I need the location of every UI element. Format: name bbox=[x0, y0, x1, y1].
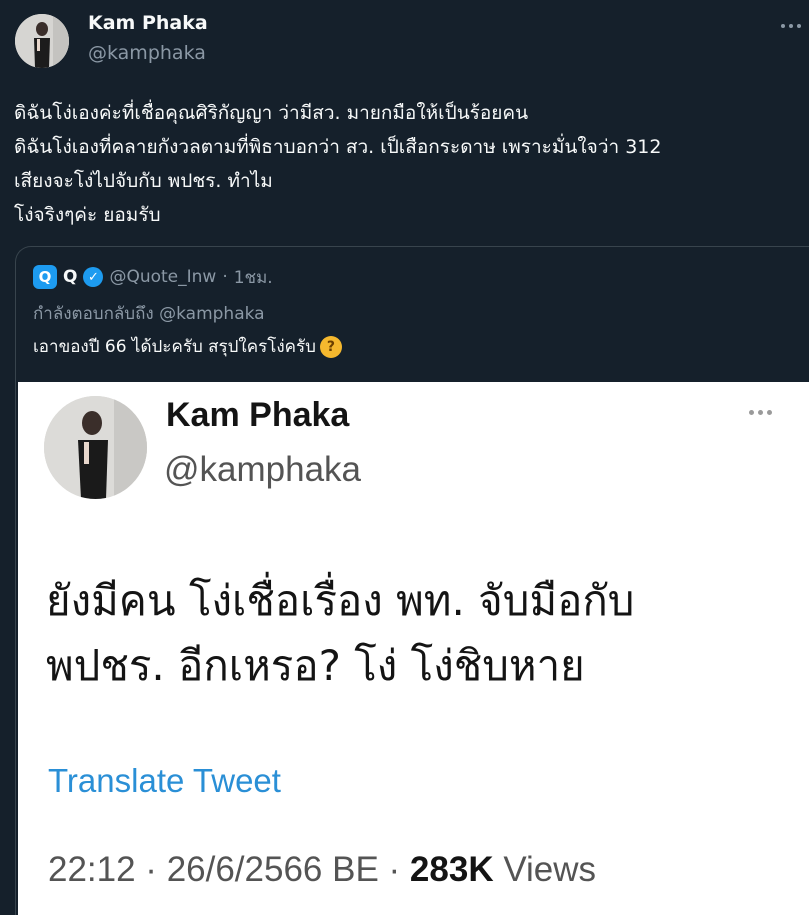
screenshot-translate-link: Translate Tweet bbox=[48, 762, 281, 799]
screenshot-author-handle: @kamphaka bbox=[164, 450, 362, 489]
quote-header: Q Q ✓ @Quote_Inw · 1ชม. bbox=[33, 265, 273, 289]
screenshot-views-label: Views bbox=[493, 850, 597, 889]
thinking-face-icon: ? bbox=[319, 335, 342, 358]
author-name[interactable]: Kam Phaka bbox=[88, 12, 208, 34]
quoted-tweet[interactable]: Q Q ✓ @Quote_Inw · 1ชม. กำลังตอบกลับถึง … bbox=[15, 246, 809, 915]
screenshot-views-count: 283K bbox=[409, 850, 494, 889]
screenshot-timestamp: 22:12 · 26/6/2566 BE · bbox=[48, 850, 410, 889]
replying-to-label: กำลังตอบกลับถึง bbox=[33, 304, 154, 324]
quote-author-handle[interactable]: @Quote_Inw bbox=[109, 267, 216, 287]
screenshot-author-name: Kam Phaka bbox=[166, 396, 350, 434]
screenshot-more-icon bbox=[749, 410, 772, 415]
screenshot-avatar bbox=[44, 396, 147, 499]
replying-to-handle[interactable]: @kamphaka bbox=[159, 304, 264, 324]
verified-badge-icon: ✓ bbox=[83, 267, 104, 287]
screenshot-text: ยังมีคน โง่เชื่อเรื่อง พท. จับมือกับ พปช… bbox=[46, 576, 635, 690]
screenshot-meta: 22:12 · 26/6/2566 BE · 283K Views bbox=[48, 850, 596, 890]
avatar[interactable] bbox=[15, 14, 69, 68]
author-handle[interactable]: @kamphaka bbox=[88, 42, 206, 64]
quote-author-name[interactable]: Q bbox=[63, 267, 77, 287]
tweet-text: ดิฉันโง่เองค่ะที่เชื่อคุณศิริกัญญา ว่ามี… bbox=[14, 102, 662, 226]
tweet-screenshot-image[interactable]: Kam Phaka @kamphaka ยังมีคน โง่เชื่อเรื่… bbox=[18, 382, 809, 915]
replying-to: กำลังตอบกลับถึง @kamphaka bbox=[33, 300, 265, 327]
quote-avatar[interactable]: Q bbox=[33, 265, 57, 289]
more-options-icon[interactable] bbox=[779, 16, 803, 36]
tweet-header: Kam Phaka @kamphaka bbox=[0, 0, 809, 80]
quote-time[interactable]: 1ชม. bbox=[234, 264, 273, 291]
quote-text-row: เอาของปี 66 ได้ปะครับ สรุปใครโง่ครับ ? bbox=[33, 333, 342, 360]
quote-separator: · bbox=[222, 267, 228, 287]
quote-text: เอาของปี 66 ได้ปะครับ สรุปใครโง่ครับ bbox=[33, 337, 316, 357]
